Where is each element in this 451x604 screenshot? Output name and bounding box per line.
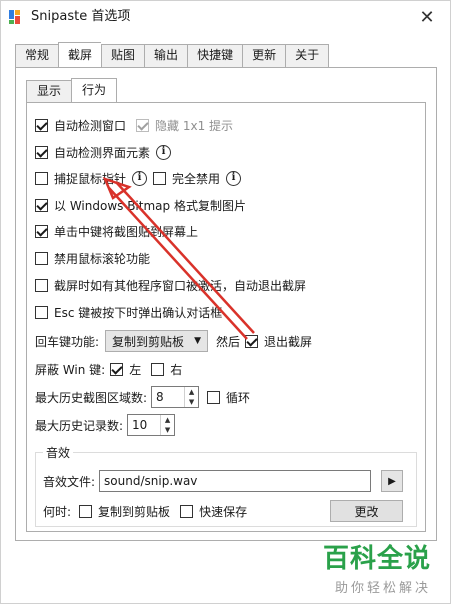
change-sound-button[interactable]: 更改 — [330, 500, 403, 522]
exit-capture-label: 退出截屏 — [264, 334, 313, 349]
esc-confirm-checkbox[interactable] — [35, 305, 48, 319]
snipaste-app-icon — [9, 10, 20, 24]
main-tabs: 常规 截屏 贴图 输出 快捷键 更新 关于 — [15, 42, 330, 67]
subtab-display[interactable]: 显示 — [26, 80, 72, 102]
exit-capture-checkbox[interactable] — [245, 334, 258, 348]
win-key-label: 屏蔽 Win 键: — [35, 362, 106, 377]
copy-bitmap-label: 以 Windows Bitmap 格式复制图片 — [54, 198, 246, 213]
row-auto-detect-ui: 自动检测界面元素 i — [35, 143, 172, 161]
change-sound-button-label: 更改 — [354, 504, 379, 519]
win-right-checkbox[interactable] — [151, 362, 165, 376]
middle-click-paste-checkbox[interactable] — [35, 224, 48, 238]
chevron-down-icon: ▼ — [194, 336, 201, 346]
auto-exit-checkbox[interactable] — [35, 278, 48, 292]
play-sound-button[interactable]: ▶ — [381, 470, 403, 492]
row-enter-key: 回车键功能: 复制到剪贴板 ▼ 然后 退出截屏 — [35, 330, 312, 352]
history-records-label: 最大历史记录数: — [35, 418, 124, 433]
loop-label: 循环 — [226, 390, 251, 405]
row-sound-when: 何时: 复制到剪贴板 快速保存 — [43, 502, 247, 520]
info-icon[interactable]: i — [156, 144, 172, 160]
disable-scroll-label: 禁用鼠标滚轮功能 — [54, 251, 151, 266]
spin-down-icon[interactable]: ▼ — [161, 425, 174, 435]
loop-checkbox[interactable] — [207, 390, 221, 404]
row-esc-confirm: Esc 键被按下时弹出确认对话框 — [35, 303, 222, 321]
auto-detect-window-label: 自动检测窗口 — [54, 118, 127, 133]
esc-confirm-label: Esc 键被按下时弹出确认对话框 — [54, 305, 223, 320]
row-capture-cursor: 捕捉鼠标指针 i 完全禁用 i — [35, 169, 242, 187]
then-label: 然后 — [215, 334, 240, 349]
auto-detect-ui-checkbox[interactable] — [35, 145, 48, 159]
spin-down-icon[interactable]: ▼ — [185, 397, 198, 407]
win-left-checkbox[interactable] — [110, 362, 124, 376]
watermark-title: 百科全说 — [323, 544, 432, 574]
history-area-value: 8 — [156, 390, 164, 404]
auto-detect-ui-label: 自动检测界面元素 — [54, 145, 151, 160]
tab-capture[interactable]: 截屏 — [58, 42, 102, 67]
row-auto-detect-window: 自动检测窗口 隐藏 1x1 提示 — [35, 116, 233, 134]
disable-completely-checkbox[interactable] — [153, 171, 167, 185]
tab-output[interactable]: 输出 — [144, 44, 188, 67]
auto-detect-window-checkbox[interactable] — [35, 118, 48, 132]
spin-up-icon[interactable]: ▲ — [185, 387, 198, 397]
title-bar: Snipaste 首选项 ✕ — [1, 1, 450, 33]
preferences-window: Snipaste 首选项 ✕ 常规 截屏 贴图 输出 快捷键 更新 关于 显示 … — [0, 0, 451, 604]
close-icon: ✕ — [419, 6, 435, 28]
row-middle-click-paste: 单击中键将截图贴到屏幕上 — [35, 222, 198, 240]
watermark-subtitle: 助你轻松解决 — [334, 581, 431, 596]
win-right-label: 右 — [170, 362, 183, 377]
enter-key-label: 回车键功能: — [35, 334, 100, 349]
enter-key-select[interactable]: 复制到剪贴板 ▼ — [105, 330, 208, 352]
disable-scroll-checkbox[interactable] — [35, 251, 48, 265]
win-left-label: 左 — [129, 362, 142, 377]
copy-bitmap-checkbox[interactable] — [35, 198, 48, 212]
watermark-logo: 百科全说 助你轻松解决 — [323, 543, 443, 599]
auto-exit-label: 截屏时如有其他程序窗口被激活，自动退出截屏 — [54, 278, 307, 293]
sound-file-input[interactable]: sound/snip.wav — [99, 470, 372, 492]
row-auto-exit: 截屏时如有其他程序窗口被激活，自动退出截屏 — [35, 276, 306, 294]
sound-when-label: 何时: — [43, 504, 72, 519]
history-area-spinbox[interactable]: 8 ▲ ▼ — [151, 386, 200, 408]
disable-completely-label: 完全禁用 — [172, 171, 221, 186]
tab-pin[interactable]: 贴图 — [101, 44, 145, 67]
row-win-key: 屏蔽 Win 键: 左 右 — [35, 360, 182, 378]
middle-click-paste-label: 单击中键将截图贴到屏幕上 — [54, 224, 199, 239]
sound-file-label: 音效文件: — [43, 474, 96, 489]
row-history-area: 最大历史截图区域数: 8 ▲ ▼ 循环 — [35, 386, 250, 408]
subtab-behavior[interactable]: 行为 — [71, 78, 118, 102]
info-icon[interactable]: i — [226, 170, 242, 186]
play-icon: ▶ — [388, 475, 396, 487]
row-disable-scroll: 禁用鼠标滚轮功能 — [35, 249, 150, 267]
row-sound-file: 音效文件: sound/snip.wav — [43, 470, 372, 492]
info-icon[interactable]: i — [132, 170, 148, 186]
hide-1x1-hint-label: 隐藏 1x1 提示 — [155, 118, 234, 133]
enter-key-select-value: 复制到剪贴板 — [112, 334, 185, 349]
history-records-value: 10 — [132, 418, 148, 432]
capture-cursor-checkbox[interactable] — [35, 171, 48, 185]
sound-copy-checkbox[interactable] — [79, 504, 93, 518]
hide-1x1-hint-checkbox[interactable] — [136, 118, 150, 132]
sound-copy-label: 复制到剪贴板 — [98, 504, 171, 519]
sound-quicksave-label: 快速保存 — [199, 504, 248, 519]
history-area-label: 最大历史截图区域数: — [35, 390, 148, 405]
row-copy-bitmap: 以 Windows Bitmap 格式复制图片 — [35, 196, 246, 214]
close-button[interactable]: ✕ — [404, 1, 450, 33]
tab-general[interactable]: 常规 — [15, 44, 59, 67]
history-records-spinbox[interactable]: 10 ▲ ▼ — [127, 414, 176, 436]
spin-up-icon[interactable]: ▲ — [161, 415, 174, 425]
tab-hotkeys[interactable]: 快捷键 — [187, 44, 243, 67]
row-history-records: 最大历史记录数: 10 ▲ ▼ — [35, 414, 176, 436]
tab-update[interactable]: 更新 — [242, 44, 286, 67]
capture-cursor-label: 捕捉鼠标指针 — [54, 171, 127, 186]
tab-about[interactable]: 关于 — [285, 44, 330, 67]
sub-tabs: 显示 行为 — [26, 78, 118, 102]
sound-quicksave-checkbox[interactable] — [180, 504, 194, 518]
sound-group-title: 音效 — [43, 444, 74, 461]
window-title: Snipaste 首选项 — [31, 9, 131, 24]
